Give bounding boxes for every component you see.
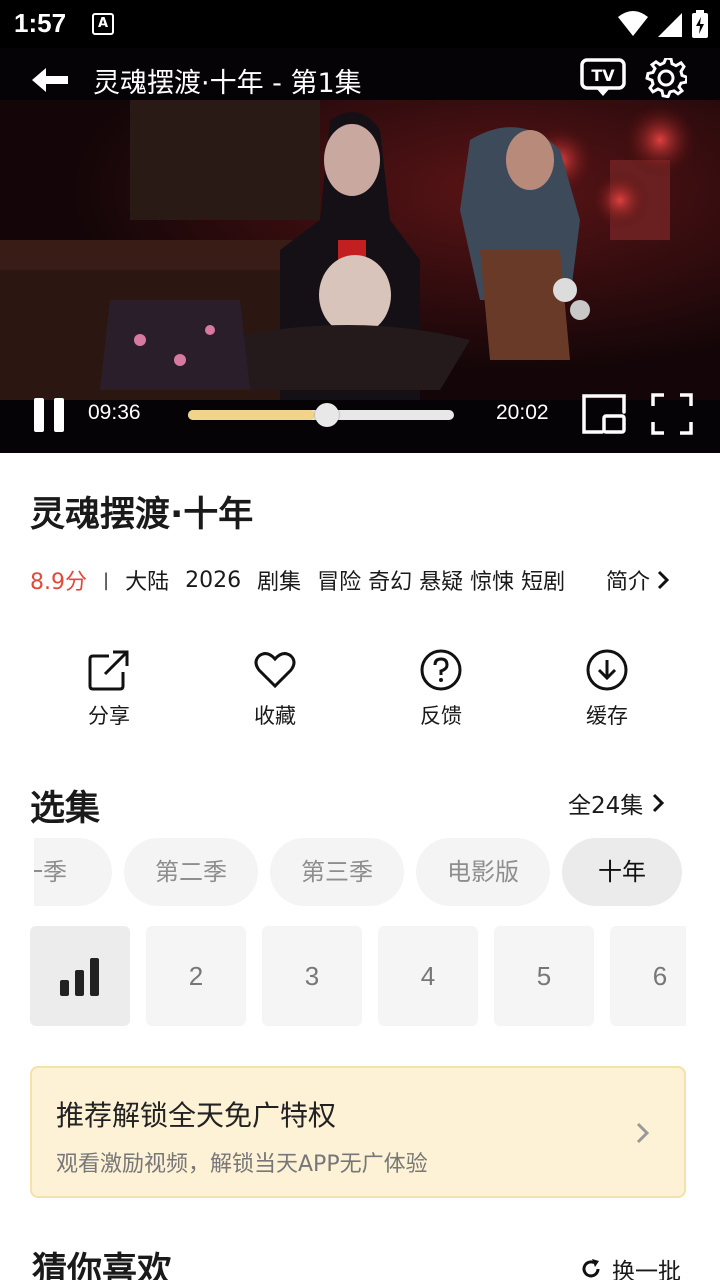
intro-label: 简介 — [606, 570, 651, 595]
promo-subtitle: 观看激励视频，解锁当天APP无广体验 — [56, 1152, 428, 1177]
progress-bar[interactable] — [188, 403, 454, 427]
ad-free-promo-card[interactable]: 推荐解锁全天免广特权 观看激励视频，解锁当天APP无广体验 — [30, 1066, 686, 1198]
all-episodes-link[interactable]: 全24集 — [568, 786, 669, 820]
signal-icon — [658, 13, 682, 37]
download-button[interactable]: 缓存 — [552, 648, 662, 730]
notification-a-icon: A — [92, 13, 114, 35]
recommend-title: 猜你喜欢 — [32, 1251, 173, 1280]
feedback-button[interactable]: 反馈 — [386, 648, 496, 730]
total-time: 20:02 — [496, 401, 549, 424]
tv-label: TV — [591, 66, 615, 85]
rating: 8.9分 — [30, 570, 87, 595]
progress-thumb[interactable] — [315, 403, 339, 427]
episodes-title: 选集 — [30, 789, 101, 829]
player-title: 灵魂摆渡·十年 - 第1集 — [93, 68, 362, 99]
meta-separator: | — [103, 569, 110, 591]
battery-icon — [692, 10, 708, 38]
download-icon — [586, 649, 628, 691]
episode-2[interactable]: 2 — [146, 926, 246, 1026]
season-tab-ten-years[interactable]: 十年 — [562, 838, 682, 906]
refresh-button[interactable]: 换一批 — [580, 1252, 681, 1280]
heart-icon — [254, 652, 296, 689]
share-label: 分享 — [88, 704, 130, 728]
season-tab-2[interactable]: 第二季 — [124, 838, 258, 906]
favorite-label: 收藏 — [254, 704, 296, 728]
show-title: 灵魂摆渡·十年 — [30, 495, 254, 535]
episode-5[interactable]: 5 — [494, 926, 594, 1026]
video-frame — [0, 100, 720, 400]
year: 2026 — [185, 567, 242, 593]
season-tab-1[interactable]: 一季 — [34, 838, 112, 906]
season-tab-3[interactable]: 第三季 — [270, 838, 404, 906]
feedback-label: 反馈 — [420, 704, 462, 728]
share-icon — [88, 650, 129, 691]
favorite-button[interactable]: 收藏 — [220, 648, 330, 730]
refresh-label: 换一批 — [612, 1259, 681, 1280]
chevron-right-icon — [636, 1122, 650, 1144]
picture-in-picture-icon[interactable] — [580, 392, 628, 436]
chevron-right-icon — [653, 793, 665, 813]
status-bar: 1:57 A — [0, 0, 720, 48]
wifi-icon — [618, 11, 648, 36]
genre-tags: 冒险 奇幻 悬疑 惊悚 短剧 — [317, 570, 566, 595]
download-label: 缓存 — [586, 704, 628, 728]
video-player[interactable]: 灵魂摆渡·十年 - 第1集 TV 09:36 20:02 — [0, 48, 720, 453]
episode-list: 2 3 4 5 6 — [30, 926, 686, 1026]
refresh-icon — [582, 1259, 600, 1278]
all-episodes-label: 全24集 — [568, 793, 644, 819]
pause-icon[interactable] — [32, 396, 66, 434]
question-icon — [420, 649, 462, 691]
season-tab-movie[interactable]: 电影版 — [416, 838, 550, 906]
intro-link[interactable]: 简介 — [606, 564, 670, 596]
current-time: 09:36 — [88, 401, 141, 424]
player-controls: 09:36 20:02 — [0, 388, 720, 448]
episode-4[interactable]: 4 — [378, 926, 478, 1026]
region: 大陆 — [125, 570, 170, 595]
fullscreen-icon[interactable] — [650, 392, 694, 436]
playing-bars-icon — [60, 958, 99, 996]
share-button[interactable]: 分享 — [54, 648, 164, 730]
back-arrow-icon[interactable] — [28, 62, 72, 98]
action-bar: 分享 收藏 反馈 缓存 — [0, 648, 720, 738]
category: 剧集 — [257, 570, 302, 595]
gear-icon[interactable] — [645, 58, 687, 98]
episode-6[interactable]: 6 — [610, 926, 686, 1026]
tv-cast-button[interactable]: TV — [580, 58, 626, 98]
promo-title: 推荐解锁全天免广特权 — [56, 1099, 337, 1132]
progress-fill — [188, 410, 315, 420]
chevron-right-icon — [657, 570, 670, 590]
status-time: 1:57 — [14, 8, 67, 38]
player-top-bar: 灵魂摆渡·十年 - 第1集 TV — [0, 48, 720, 104]
season-tabs: 一季 第二季 第三季 电影版 十年 — [34, 838, 686, 906]
episode-1-playing[interactable] — [30, 926, 130, 1026]
meta-row: 8.9分 | 大陆 2026 剧集 冒险 奇幻 悬疑 惊悚 短剧 — [30, 564, 690, 596]
episode-3[interactable]: 3 — [262, 926, 362, 1026]
